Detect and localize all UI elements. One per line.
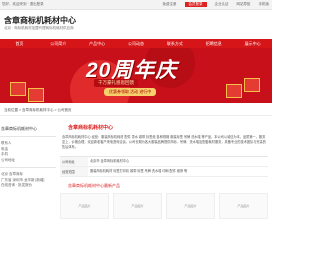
nav-home[interactable]: 首页 — [0, 39, 39, 48]
nav-about[interactable]: 公司简介 — [39, 39, 78, 48]
nav-contact[interactable]: 联系方式 — [155, 39, 194, 48]
table-row: 经营范围 服装商标机耗材 标签打印机 碳带 标签 吊牌 洗水唛 印刷 配件 维修… — [60, 167, 268, 177]
login-link[interactable]: 会员登录 — [184, 2, 207, 7]
breadcrumb[interactable]: 当前位置 > 含章商标机耗材中心 > 公司首页 — [4, 108, 71, 113]
main-content: 含章商标机耗材中心 含章商标机耗材中心 经营：服装商标机耗材 配件 墨水 碳带 … — [60, 122, 268, 219]
info-key: 公司地址 — [60, 157, 88, 166]
top-links: 免费注册 会员登录 企业认证 网站导航 手机版 — [163, 2, 270, 7]
nav-showcase[interactable]: 展示中心 — [233, 39, 272, 48]
gift-box-icon — [28, 88, 44, 102]
company-title: 含章商标机耗材中心 — [68, 125, 114, 131]
product-card[interactable]: 产品图片 — [166, 193, 215, 219]
welcome-text: 您好，欢迎来到 · 退出登录 — [2, 2, 44, 6]
product-grid: 产品图片 产品图片 产品图片 产品图片 — [60, 193, 268, 219]
product-card[interactable]: 产品图片 — [60, 193, 109, 219]
info-value: 服装商标机耗材 标签打印机 碳带 标签 吊牌 洗水唛 印刷 配件 维修 等 — [90, 169, 188, 173]
company-description: 含章商标机耗材中心 经营：服装商标机耗材 配件 墨水 碳带 标签纸 各种规格 服… — [62, 135, 266, 149]
nav-products[interactable]: 产品中心 — [78, 39, 117, 48]
gift-box-icon — [10, 82, 26, 96]
certify-link[interactable]: 企业认证 — [215, 2, 229, 7]
info-key: 经营范围 — [60, 167, 88, 176]
sidebar: 含章商标机耗材中心 联系人 电话 手机 公司地址 北京 含章商标 广东省 深圳市… — [0, 122, 56, 259]
banner-subtitle: 千万豪礼感恩回馈 — [94, 79, 138, 87]
sidebar-more-line[interactable]: 在线咨询 · 批发报价 — [1, 183, 56, 189]
banner-cta-button[interactable]: 优惠券领取 活动 进行中 — [104, 88, 157, 96]
breadcrumb-bar: 当前位置 > 含章商标机耗材中心 > 公司首页 — [0, 106, 272, 116]
register-link[interactable]: 免费注册 — [163, 2, 177, 7]
sidebar-contact-line: 公司地址 — [1, 157, 15, 162]
sidebar-title: 含章商标机耗材中心 — [1, 126, 37, 131]
product-card[interactable]: 产品图片 — [113, 193, 162, 219]
header: 含章商标机耗材中心 北京 · 商标机耗材加盟代理商标机耗材供应商 — [0, 9, 272, 39]
table-row: 公司地址 北京市 含章商标机耗材中心 — [60, 157, 268, 167]
site-subtitle: 北京 · 商标机耗材加盟代理商标机耗材供应商 — [4, 26, 74, 30]
info-value: 北京市 含章商标机耗材中心 — [90, 159, 130, 163]
nav-jobs[interactable]: 招聘信息 — [194, 39, 233, 48]
company-info-table: 公司地址 北京市 含章商标机耗材中心 经营范围 服装商标机耗材 标签打印机 碳带… — [60, 156, 268, 177]
sitemap-link[interactable]: 网站导航 — [237, 2, 251, 7]
gift-box-icon — [244, 78, 260, 92]
promo-banner[interactable]: 20周年庆 千万豪礼感恩回馈 优惠券领取 活动 进行中 — [0, 48, 272, 103]
gift-box-icon — [226, 84, 242, 98]
main-nav: 首页 公司简介 产品中心 公司动态 联系方式 招聘信息 展示中心 — [0, 39, 272, 48]
mobile-link[interactable]: 手机版 — [259, 2, 270, 7]
site-title[interactable]: 含章商标机耗材中心 — [4, 15, 76, 26]
product-card[interactable]: 产品图片 — [219, 193, 268, 219]
nav-news[interactable]: 公司动态 — [117, 39, 156, 48]
products-title: 含章商标机耗材中心最新产品 — [68, 183, 120, 188]
